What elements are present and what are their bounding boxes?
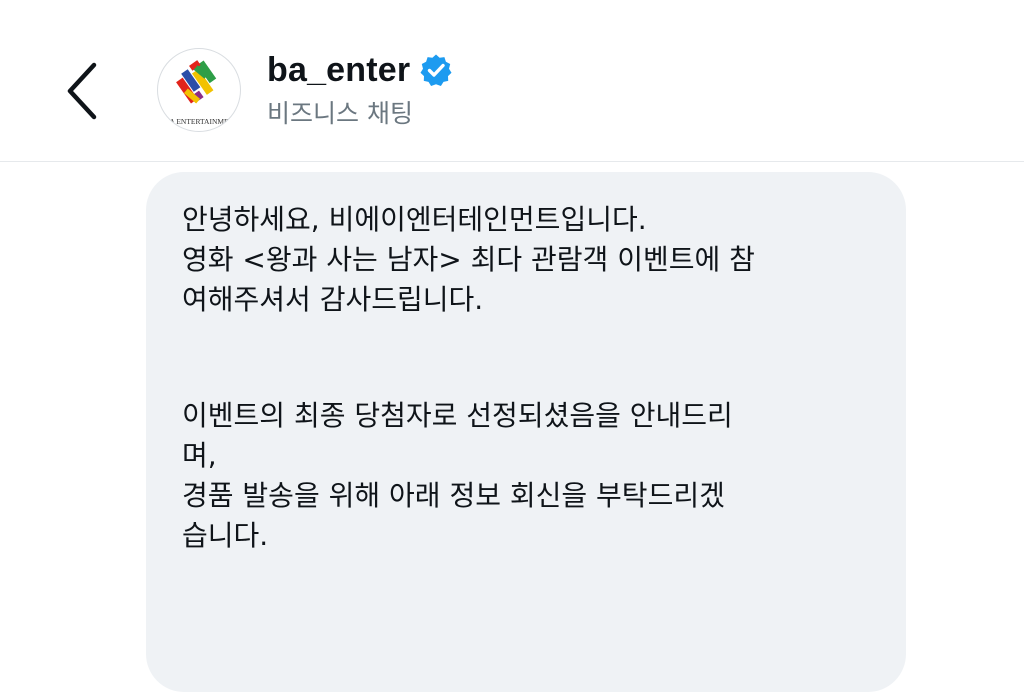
avatar[interactable]: B A ENTERTAINMENT bbox=[157, 48, 241, 132]
message-line: 며, bbox=[182, 439, 217, 472]
message-line: 경품 발송을 위해 아래 정보 회신을 부탁드리겠 bbox=[182, 479, 725, 512]
account-name-row: ba_enter bbox=[267, 48, 453, 92]
chat-subtitle: 비즈니스 채팅 bbox=[267, 99, 413, 128]
back-button[interactable] bbox=[56, 58, 108, 124]
message-line: 습니다. bbox=[182, 519, 269, 552]
ba-entertainment-logo: B A ENTERTAINMENT bbox=[163, 60, 239, 126]
message-line: 이벤트의 최종 당첨자로 선정되셨음을 안내드리 bbox=[182, 399, 733, 432]
verified-badge-icon bbox=[419, 53, 453, 87]
chevron-left-icon bbox=[67, 62, 97, 120]
chat-header: B A ENTERTAINMENT ba_enter 비즈니스 채팅 bbox=[0, 0, 1024, 162]
avatar-logo-text: B A ENTERTAINMENT bbox=[163, 117, 239, 126]
message-line: 영화 <왕과 사는 남자> 최다 관람객 이벤트에 참 bbox=[182, 243, 755, 276]
message-line: 안녕하세요, 비에이엔터테인먼트입니다. bbox=[182, 203, 647, 236]
message-line: 여해주셔서 감사드립니다. bbox=[182, 283, 484, 316]
account-name[interactable]: ba_enter bbox=[267, 51, 410, 90]
message-bubble[interactable]: 안녕하세요, 비에이엔터테인먼트입니다. 영화 <왕과 사는 남자> 최다 관람… bbox=[146, 172, 906, 692]
